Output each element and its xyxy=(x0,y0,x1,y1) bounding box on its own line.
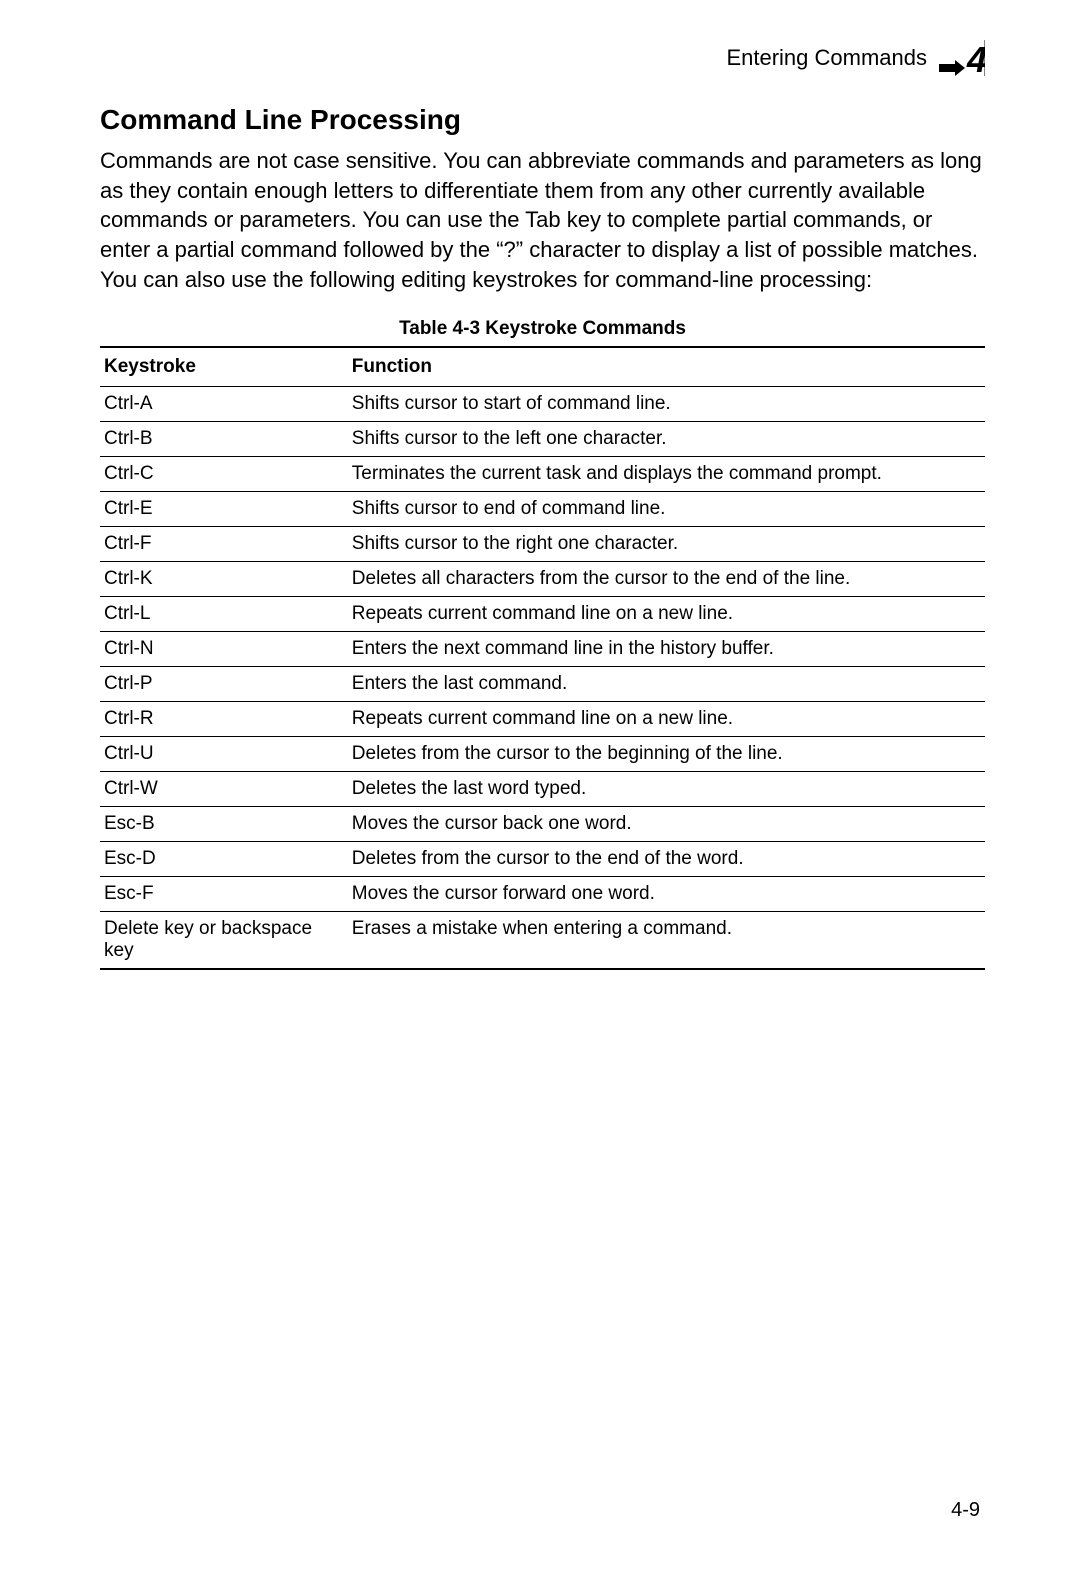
keystroke-cell: Ctrl-W xyxy=(100,772,348,807)
keystroke-cell: Esc-D xyxy=(100,842,348,877)
function-cell: Shifts cursor to end of command line. xyxy=(348,492,985,527)
chapter-number-text: 4 xyxy=(966,40,985,76)
keystroke-cell: Ctrl-U xyxy=(100,737,348,772)
table-caption: Table 4-3 Keystroke Commands xyxy=(100,318,985,340)
table-header-row: Keystroke Function xyxy=(100,347,985,387)
function-cell: Repeats current command line on a new li… xyxy=(348,702,985,737)
table-header-function: Function xyxy=(348,347,985,387)
keystroke-cell: Ctrl-F xyxy=(100,527,348,562)
function-cell: Deletes all characters from the cursor t… xyxy=(348,562,985,597)
keystroke-table: Keystroke Function Ctrl-AShifts cursor t… xyxy=(100,346,985,970)
keystroke-cell: Ctrl-R xyxy=(100,702,348,737)
table-row: Ctrl-UDeletes from the cursor to the beg… xyxy=(100,737,985,772)
keystroke-cell: Esc-B xyxy=(100,807,348,842)
function-cell: Deletes the last word typed. xyxy=(348,772,985,807)
table-row: Ctrl-LRepeats current command line on a … xyxy=(100,597,985,632)
keystroke-cell: Ctrl-P xyxy=(100,667,348,702)
header-section-label: Entering Commands xyxy=(726,45,927,71)
function-cell: Repeats current command line on a new li… xyxy=(348,597,985,632)
table-row: Ctrl-CTerminates the current task and di… xyxy=(100,457,985,492)
page-number: 4-9 xyxy=(951,1499,980,1522)
function-cell: Moves the cursor back one word. xyxy=(348,807,985,842)
keystroke-cell: Esc-F xyxy=(100,877,348,912)
function-cell: Deletes from the cursor to the end of th… xyxy=(348,842,985,877)
table-row: Ctrl-PEnters the last command. xyxy=(100,667,985,702)
page-header: Entering Commands 4 xyxy=(100,40,985,76)
keystroke-cell: Ctrl-C xyxy=(100,457,348,492)
table-row: Ctrl-NEnters the next command line in th… xyxy=(100,632,985,667)
keystroke-cell: Delete key or backspace key xyxy=(100,912,348,970)
table-row: Ctrl-BShifts cursor to the left one char… xyxy=(100,422,985,457)
function-cell: Enters the next command line in the hist… xyxy=(348,632,985,667)
function-cell: Deletes from the cursor to the beginning… xyxy=(348,737,985,772)
page: Entering Commands 4 Command Line Process… xyxy=(0,0,1080,1570)
keystroke-cell: Ctrl-N xyxy=(100,632,348,667)
table-row: Ctrl-EShifts cursor to end of command li… xyxy=(100,492,985,527)
function-cell: Enters the last command. xyxy=(348,667,985,702)
keystroke-cell: Ctrl-L xyxy=(100,597,348,632)
section-paragraph: Commands are not case sensitive. You can… xyxy=(100,146,985,294)
table-row: Ctrl-KDeletes all characters from the cu… xyxy=(100,562,985,597)
function-cell: Moves the cursor forward one word. xyxy=(348,877,985,912)
keystroke-cell: Ctrl-A xyxy=(100,387,348,422)
function-cell: Shifts cursor to start of command line. xyxy=(348,387,985,422)
table-row: Esc-DDeletes from the cursor to the end … xyxy=(100,842,985,877)
table-row: Ctrl-RRepeats current command line on a … xyxy=(100,702,985,737)
keystroke-cell: Ctrl-B xyxy=(100,422,348,457)
table-header-keystroke: Keystroke xyxy=(100,347,348,387)
function-cell: Shifts cursor to the left one character. xyxy=(348,422,985,457)
chapter-number-icon: 4 xyxy=(939,40,985,76)
function-cell: Shifts cursor to the right one character… xyxy=(348,527,985,562)
table-row: Ctrl-AShifts cursor to start of command … xyxy=(100,387,985,422)
table-row: Ctrl-WDeletes the last word typed. xyxy=(100,772,985,807)
function-cell: Erases a mistake when entering a command… xyxy=(348,912,985,970)
function-cell: Terminates the current task and displays… xyxy=(348,457,985,492)
table-row: Esc-FMoves the cursor forward one word. xyxy=(100,877,985,912)
keystroke-cell: Ctrl-K xyxy=(100,562,348,597)
table-row: Delete key or backspace keyErases a mist… xyxy=(100,912,985,970)
table-row: Esc-BMoves the cursor back one word. xyxy=(100,807,985,842)
table-row: Ctrl-FShifts cursor to the right one cha… xyxy=(100,527,985,562)
section-heading: Command Line Processing xyxy=(100,104,985,136)
keystroke-cell: Ctrl-E xyxy=(100,492,348,527)
